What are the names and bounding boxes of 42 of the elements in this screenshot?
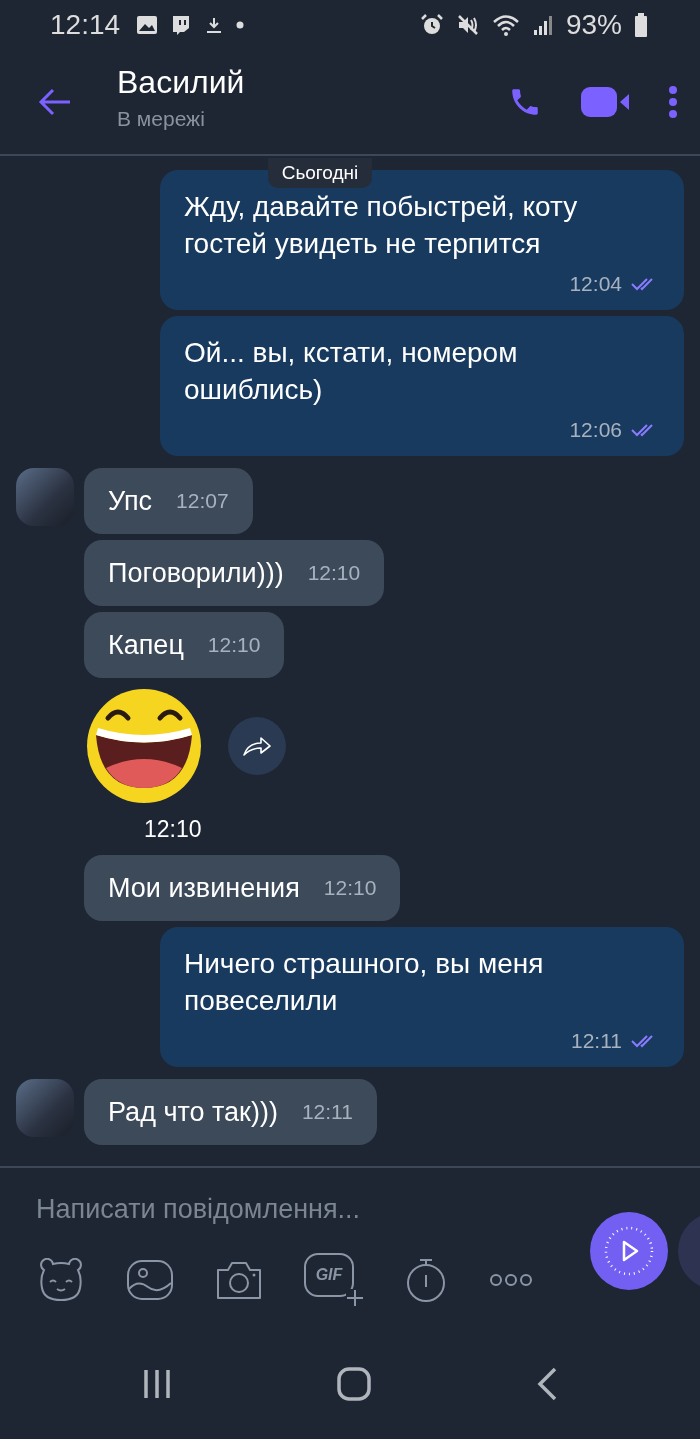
online-status: В мережі [117, 106, 206, 131]
battery-icon [634, 13, 648, 37]
timer-icon[interactable] [404, 1257, 448, 1303]
avatar-photo-placeholder[interactable] [16, 1079, 74, 1137]
message-time: 12:10 [323, 876, 377, 900]
message-text: Мои извинения [108, 872, 300, 904]
mute-icon [455, 13, 480, 37]
message-text: Поговорили))) [108, 557, 284, 589]
recent-apps-icon[interactable] [142, 1367, 172, 1400]
message-text: Капец [108, 629, 184, 661]
back-icon[interactable] [536, 1366, 558, 1401]
play-icon [603, 1225, 655, 1277]
message-time: 12:11 [301, 1100, 353, 1124]
more-options-icon[interactable] [488, 1272, 534, 1288]
message-text: Упс [108, 485, 153, 517]
signal-icon [531, 14, 554, 36]
message-text: Рад что так))) [108, 1096, 278, 1128]
message-input-field[interactable]: Написати повідомлення... [36, 1194, 580, 1225]
message-text: Ничего страшного, вы меня повеселили [184, 947, 545, 1018]
video-camera-icon[interactable] [580, 85, 630, 119]
message-time: 12:04 [569, 272, 622, 296]
back-arrow-icon[interactable] [38, 87, 72, 117]
message-time: 12:06 [569, 418, 622, 442]
contact-name: Василий [117, 63, 246, 101]
message-time: 12:11 [571, 1029, 622, 1053]
alarm-icon [419, 13, 444, 37]
status-time: 12:14 [50, 9, 121, 41]
message-text: Жду, давайте побыстрей, коту гостей увидеть не терпится [184, 190, 579, 261]
home-icon[interactable] [336, 1365, 372, 1402]
dot-icon [236, 21, 245, 29]
battery-percent: 93% [565, 9, 622, 41]
more-menu-icon[interactable] [668, 85, 678, 119]
message-time: 12:10 [207, 633, 261, 657]
message-time: 12:10 [144, 816, 202, 843]
share-arrow-icon [242, 735, 272, 757]
message-text: Ой... вы, кстати, номером ошиблись) [184, 336, 519, 407]
wifi-icon [491, 13, 520, 37]
gallery-icon[interactable] [126, 1259, 174, 1301]
message-time: 12:07 [176, 489, 229, 513]
date-chip: Сьогодні [267, 158, 373, 188]
message-time: 12:10 [307, 561, 361, 585]
image-icon [136, 15, 159, 35]
